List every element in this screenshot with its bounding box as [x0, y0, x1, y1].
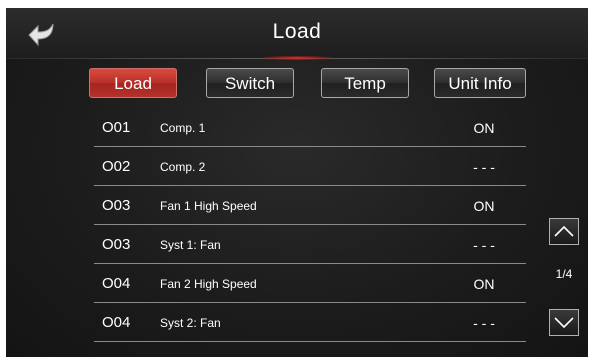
chevron-down-icon [554, 317, 574, 329]
output-status: ON [473, 198, 495, 214]
tab-switch[interactable]: Switch [206, 68, 294, 98]
output-code: O03 [102, 197, 131, 214]
list-item: O04 Syst 2: Fan - - - [94, 303, 526, 342]
page-indicator: 1/4 [555, 267, 573, 281]
output-name: Syst 1: Fan [160, 238, 221, 252]
output-status: ON [473, 276, 495, 292]
output-name: Fan 2 High Speed [160, 277, 257, 291]
list-item: O01 Comp. 1 ON [94, 108, 526, 147]
page-title: Load [272, 20, 322, 43]
output-code: O03 [102, 236, 131, 253]
page-up-button[interactable] [549, 218, 579, 245]
output-name: Comp. 1 [160, 121, 206, 135]
output-status: ON [473, 120, 495, 136]
output-status: - - - [473, 159, 495, 175]
output-name: Comp. 2 [160, 160, 206, 174]
output-code: O04 [102, 275, 131, 292]
screen: Load Load Switch Temp Unit Info O01 Comp… [6, 8, 588, 357]
tab-temp[interactable]: Temp [321, 68, 409, 98]
header-accent-glow [262, 56, 332, 60]
output-name: Syst 2: Fan [160, 316, 221, 330]
output-status: - - - [473, 315, 495, 331]
row-divider [94, 341, 526, 342]
output-code: O04 [102, 314, 131, 331]
list-item: O02 Comp. 2 - - - [94, 147, 526, 186]
tab-load[interactable]: Load [89, 68, 177, 98]
chevron-up-icon [554, 225, 574, 237]
list-item: O03 Fan 1 High Speed ON [94, 186, 526, 225]
output-code: O01 [102, 119, 131, 136]
output-status: - - - [473, 237, 495, 253]
output-code: O02 [102, 158, 131, 175]
output-name: Fan 1 High Speed [160, 199, 257, 213]
tab-unit-info[interactable]: Unit Info [434, 68, 526, 98]
page-down-button[interactable] [549, 309, 579, 336]
list-item: O04 Fan 2 High Speed ON [94, 264, 526, 303]
list-item: O03 Syst 1: Fan - - - [94, 225, 526, 264]
